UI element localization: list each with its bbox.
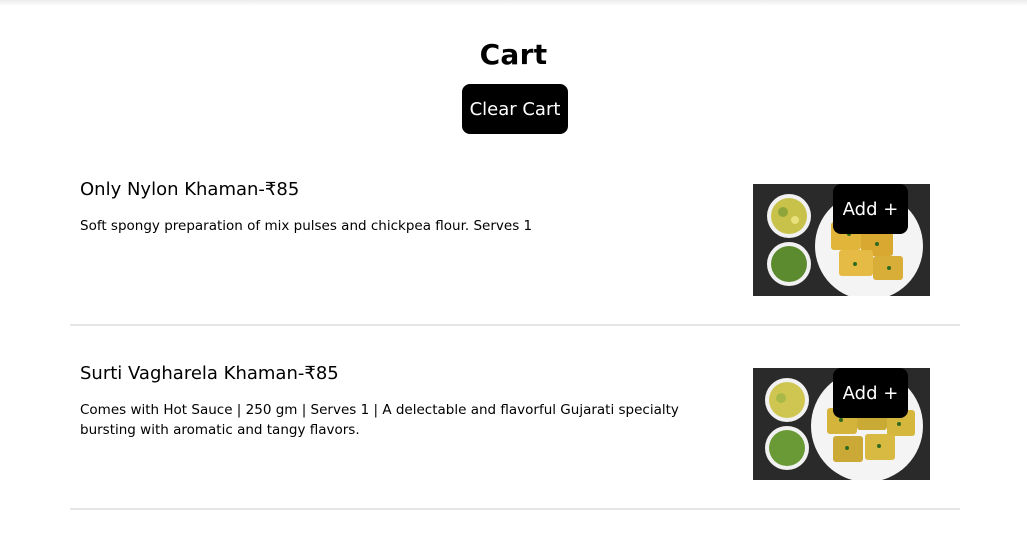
cart-item: Surti Vagharela Khaman-₹85 Comes with Ho… — [70, 326, 960, 510]
item-description: Soft spongy preparation of mix pulses an… — [80, 218, 533, 234]
cart-item: Only Nylon Khaman-₹85 Soft spongy prepar… — [70, 142, 960, 326]
clear-cart-button[interactable]: Clear Cart — [462, 84, 568, 134]
top-shadow-bar — [0, 0, 1027, 6]
add-item-button[interactable]: Add + — [833, 368, 908, 418]
page-title: Cart — [479, 38, 548, 71]
item-name: Only Nylon Khaman-₹85 — [80, 179, 300, 200]
item-name: Surti Vagharela Khaman-₹85 — [80, 363, 339, 384]
item-description: Comes with Hot Sauce | 250 gm | Serves 1… — [80, 402, 679, 438]
add-item-button[interactable]: Add + — [833, 184, 908, 234]
